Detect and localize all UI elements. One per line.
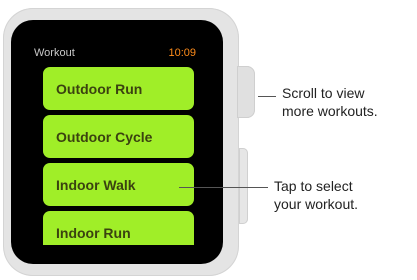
side-button[interactable]: [239, 148, 248, 224]
workout-item-indoor-run[interactable]: Indoor Run: [43, 211, 194, 245]
crown-callout-line1: Scroll to view: [282, 85, 365, 101]
clock-time: 10:09: [168, 47, 196, 59]
workout-item-outdoor-cycle[interactable]: Outdoor Cycle: [43, 115, 194, 158]
tap-callout-line: [179, 187, 268, 188]
workout-label: Outdoor Cycle: [56, 128, 153, 145]
status-bar: Workout 10:09: [34, 47, 196, 61]
crown-callout-line: [258, 96, 276, 97]
workout-label: Outdoor Run: [56, 80, 143, 97]
tap-callout-line2: your workout.: [274, 196, 359, 212]
workout-label: Indoor Walk: [56, 176, 136, 193]
workout-item-indoor-walk[interactable]: Indoor Walk: [43, 163, 194, 206]
workout-label: Indoor Run: [56, 225, 131, 241]
tap-callout: Tap to select your workout.: [274, 177, 358, 213]
app-title: Workout: [34, 47, 75, 59]
digital-crown[interactable]: [237, 66, 255, 118]
crown-callout: Scroll to view more workouts.: [282, 84, 378, 120]
workout-item-outdoor-run[interactable]: Outdoor Run: [43, 67, 194, 110]
tap-callout-line1: Tap to select: [274, 178, 353, 194]
crown-callout-line2: more workouts.: [282, 103, 378, 119]
